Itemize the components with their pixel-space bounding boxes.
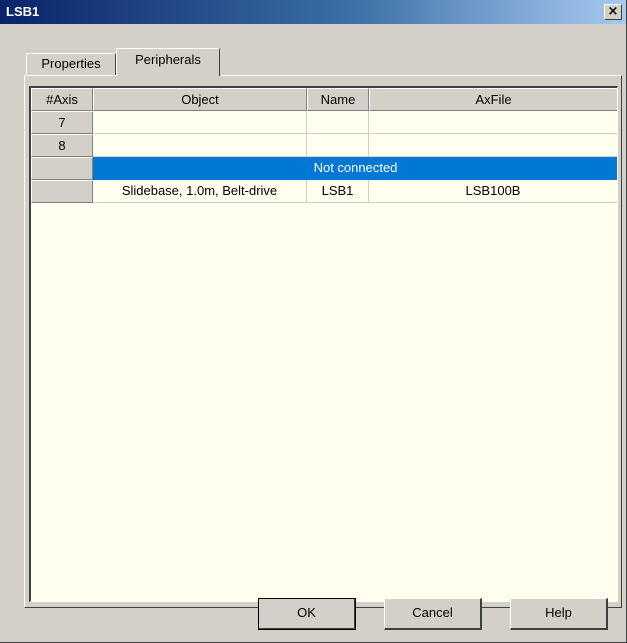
close-icon[interactable]: × <box>604 4 622 20</box>
column-header-name[interactable]: Name <box>307 88 369 111</box>
table-row[interactable]: 8 <box>31 134 617 157</box>
window-title: LSB1 <box>6 4 40 19</box>
peripherals-grid[interactable]: #Axis Object Name AxFile 7 8 Not connect… <box>29 86 618 602</box>
table-row[interactable]: Slidebase, 1.0m, Belt-drive LSB1 LSB100B <box>31 180 617 203</box>
table-row[interactable]: 7 <box>31 111 617 134</box>
axfile-cell[interactable]: LSB100B <box>369 180 617 203</box>
help-button[interactable]: Help <box>510 598 608 630</box>
status-cell[interactable]: Not connected <box>93 157 617 180</box>
table-row-selected[interactable]: Not connected <box>31 157 617 180</box>
name-cell[interactable] <box>307 111 369 134</box>
title-bar[interactable]: LSB1 × <box>0 0 626 24</box>
axfile-cell[interactable] <box>369 111 617 134</box>
object-cell[interactable] <box>93 111 307 134</box>
name-cell[interactable]: LSB1 <box>307 180 369 203</box>
object-cell[interactable]: Slidebase, 1.0m, Belt-drive <box>93 180 307 203</box>
tab-peripherals[interactable]: Peripherals <box>116 48 220 76</box>
object-cell[interactable] <box>93 134 307 157</box>
cancel-button[interactable]: Cancel <box>384 598 482 630</box>
row-header[interactable]: 8 <box>31 134 93 157</box>
axfile-cell[interactable] <box>369 134 617 157</box>
row-header[interactable]: 7 <box>31 111 93 134</box>
name-cell[interactable] <box>307 134 369 157</box>
row-header[interactable] <box>31 180 93 203</box>
tab-properties[interactable]: Properties <box>26 53 116 75</box>
grid-header-row: #Axis Object Name AxFile <box>31 88 617 111</box>
dialog-window: LSB1 × Properties Peripherals #Axis Obje… <box>0 0 627 643</box>
row-header[interactable] <box>31 157 93 180</box>
column-header-axis[interactable]: #Axis <box>31 88 93 111</box>
ok-button[interactable]: OK <box>258 598 356 630</box>
column-header-axfile[interactable]: AxFile <box>369 88 617 111</box>
column-header-object[interactable]: Object <box>93 88 307 111</box>
